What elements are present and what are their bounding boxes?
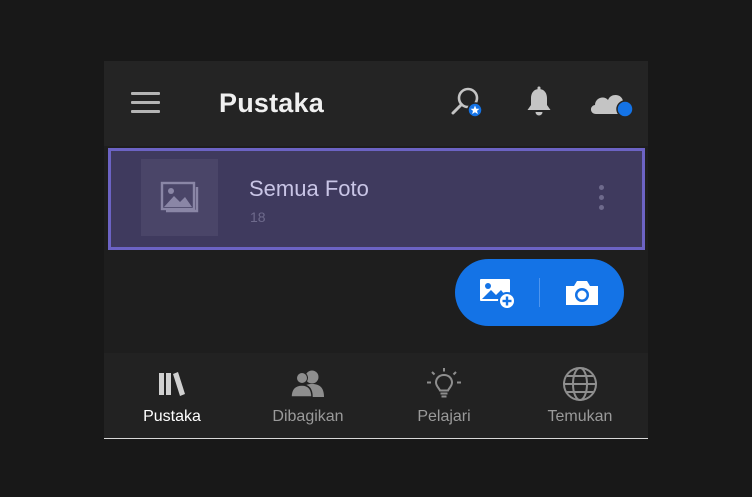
search-icon[interactable] xyxy=(449,85,485,121)
tab-label: Dibagikan xyxy=(272,408,344,425)
cloud-sync-icon[interactable] xyxy=(587,86,637,122)
people-icon xyxy=(240,367,376,401)
notifications-bell-icon[interactable] xyxy=(524,86,554,118)
hamburger-menu-icon[interactable] xyxy=(131,92,161,114)
tab-label: Pelajari xyxy=(417,408,471,425)
tab-label: Temukan xyxy=(547,408,613,425)
tab-dibagikan[interactable]: Dibagikan xyxy=(240,353,376,438)
more-options-icon[interactable] xyxy=(596,185,606,217)
page-title: Pustaka xyxy=(219,88,324,118)
tab-temukan[interactable]: Temukan xyxy=(512,353,648,438)
tab-pustaka[interactable]: Pustaka xyxy=(104,353,240,438)
album-photo-count: 18 xyxy=(250,209,266,225)
add-photo-icon xyxy=(480,278,516,310)
photos-icon xyxy=(160,181,198,212)
lightbulb-icon xyxy=(376,367,512,401)
globe-icon xyxy=(512,367,648,401)
camera-icon xyxy=(566,280,598,305)
top-bar: Pustaka xyxy=(104,61,648,146)
album-name: Semua Foto xyxy=(249,176,369,201)
library-icon xyxy=(104,367,240,401)
camera-button[interactable] xyxy=(540,259,624,326)
tab-label: Pustaka xyxy=(143,408,201,425)
tab-pelajari[interactable]: Pelajari xyxy=(376,353,512,438)
add-photo-button[interactable] xyxy=(455,259,539,326)
add-photos-fab xyxy=(455,259,624,326)
bottom-tab-bar: Pustaka Dibagikan Pelajari Temukan xyxy=(104,353,648,439)
album-thumbnail xyxy=(141,159,218,236)
album-row-all-photos[interactable]: Semua Foto 18 xyxy=(108,148,645,250)
